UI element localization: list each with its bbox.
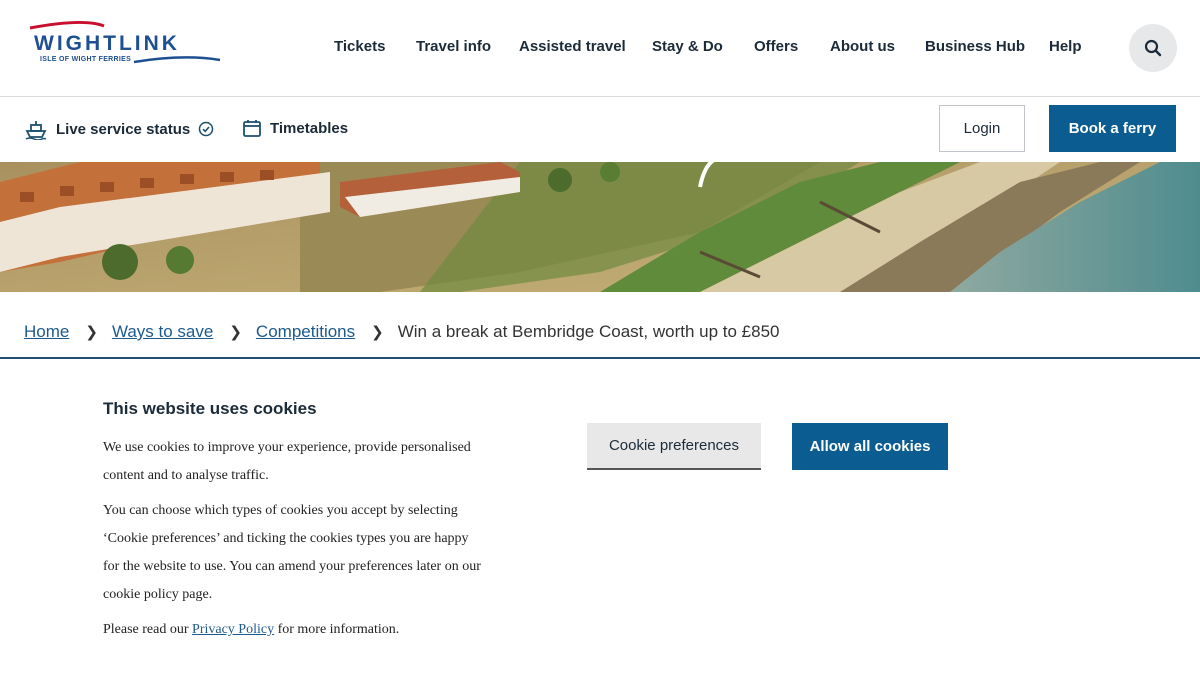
nav-about-us[interactable]: About us <box>830 38 895 55</box>
chevron-right-icon: ❯ <box>371 324 384 341</box>
check-circle-icon <box>199 121 214 137</box>
nav-tickets[interactable]: Tickets <box>334 38 385 55</box>
cookie-banner: This website uses cookies We use cookies… <box>0 359 1200 675</box>
privacy-text-after: for more information. <box>274 622 400 637</box>
cookie-intro-text: We use cookies to improve your experienc… <box>103 440 471 483</box>
cookie-title: This website uses cookies <box>103 399 317 418</box>
breadcrumb-current: Win a break at Bembridge Coast, worth up… <box>397 322 780 341</box>
search-button[interactable] <box>1129 24 1177 72</box>
live-service-status-label: Live service status <box>56 120 191 138</box>
nav-help[interactable]: Help <box>1049 38 1082 55</box>
chevron-right-icon: ❯ <box>85 324 98 341</box>
ferry-icon <box>25 121 47 140</box>
privacy-policy-link[interactable]: Privacy Policy <box>192 622 274 637</box>
cookie-preferences-button[interactable]: Cookie preferences <box>587 423 761 470</box>
logo-wordmark: WIGHTLINK <box>34 32 180 55</box>
hero-image <box>0 162 1200 292</box>
breadcrumb-home[interactable]: Home <box>24 322 69 342</box>
nav-business-hub[interactable]: Business Hub <box>925 38 1025 55</box>
site-header: WIGHTLINK ISLE OF WIGHT FERRIES Tickets … <box>0 0 1200 97</box>
cookie-choice-text: You can choose which types of cookies yo… <box>103 503 481 602</box>
timetables-link[interactable]: Timetables <box>242 118 348 138</box>
breadcrumb: Home ❯ Ways to save ❯ Competitions ❯ Win… <box>24 322 779 342</box>
breadcrumb-ways-to-save[interactable]: Ways to save <box>112 322 213 342</box>
utility-bar: Live service status Timetables Login Boo… <box>0 97 1200 162</box>
wightlink-logo[interactable]: WIGHTLINK ISLE OF WIGHT FERRIES <box>24 18 224 78</box>
nav-travel-info[interactable]: Travel info <box>416 38 491 55</box>
allow-all-cookies-button[interactable]: Allow all cookies <box>792 423 948 470</box>
live-service-status-link[interactable]: Live service status <box>24 118 214 140</box>
nav-offers[interactable]: Offers <box>754 38 798 55</box>
privacy-text-before: Please read our <box>103 622 193 637</box>
timetables-label: Timetables <box>270 119 349 137</box>
cookie-privacy-text: Please read our Privacy Policy for more … <box>103 616 483 644</box>
calendar-icon <box>243 120 261 137</box>
nav-stay-do[interactable]: Stay & Do <box>652 38 723 55</box>
login-button[interactable]: Login <box>939 105 1025 152</box>
chevron-right-icon: ❯ <box>229 324 242 341</box>
aerial-coast-illustration <box>0 162 1200 292</box>
nav-assisted-travel[interactable]: Assisted travel <box>519 38 626 55</box>
breadcrumb-competitions[interactable]: Competitions <box>256 322 355 342</box>
book-ferry-button[interactable]: Book a ferry <box>1049 105 1176 152</box>
logo-tagline: ISLE OF WIGHT FERRIES <box>40 56 132 63</box>
search-icon <box>1144 39 1162 57</box>
